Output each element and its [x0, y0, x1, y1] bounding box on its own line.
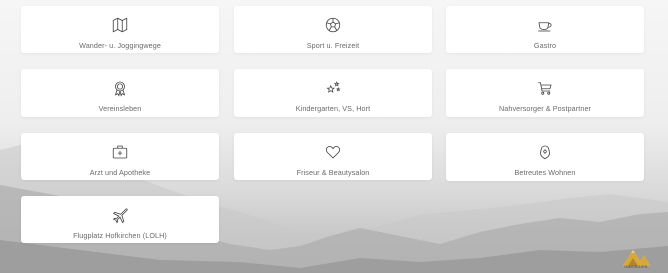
map-icon	[111, 16, 129, 34]
tile-label: Nahversorger & Postpartner	[498, 104, 592, 113]
tile-label: Wander- u. Joggingwege	[79, 41, 161, 50]
tile-label: Betreutes Wohnen	[514, 168, 576, 177]
shopping-cart-icon	[536, 79, 554, 97]
tile-sport-freizeit[interactable]: Sport u. Freizeit	[234, 6, 432, 53]
tile-label: Gastro	[533, 41, 557, 50]
tile-label: Kindergarten, VS, Hort	[295, 104, 371, 113]
tile-label: Arzt und Apotheke	[89, 168, 151, 177]
tile-flugplatz[interactable]: Flugplatz Hofkirchen (LOLH)	[21, 196, 219, 243]
tile-label: Vereinsleben	[98, 104, 142, 113]
tile-arzt-apotheke[interactable]: Arzt und Apotheke	[21, 133, 219, 180]
tile-gastro[interactable]: Gastro	[446, 6, 644, 53]
stars-icon	[324, 79, 342, 97]
tile-label: Flugplatz Hofkirchen (LOLH)	[73, 231, 167, 240]
rosette-badge-icon	[111, 79, 129, 97]
tile-nahversorger[interactable]: Nahversorger & Postpartner	[446, 69, 644, 117]
coffee-cup-icon	[536, 16, 554, 34]
caring-hands-icon	[536, 143, 554, 161]
soccer-ball-icon	[324, 16, 342, 34]
tile-friseur-beautysalon[interactable]: Friseur & Beautysalon	[234, 133, 432, 180]
tile-betreutes-wohnen[interactable]: Betreutes Wohnen	[446, 133, 644, 181]
tile-kindergarten[interactable]: Kindergarten, VS, Hort	[234, 69, 432, 117]
tile-label: Friseur & Beautysalon	[296, 168, 370, 177]
heart-icon	[324, 143, 342, 161]
tile-label: Sport u. Freizeit	[306, 41, 360, 50]
tile-wander-joggingwege[interactable]: Wander- u. Joggingwege	[21, 6, 219, 53]
first-aid-kit-icon	[111, 143, 129, 161]
airplane-icon	[111, 206, 129, 224]
brand-logo-text: IMMOBILIEN	[624, 265, 648, 269]
tile-vereinsleben[interactable]: Vereinsleben	[21, 69, 219, 117]
